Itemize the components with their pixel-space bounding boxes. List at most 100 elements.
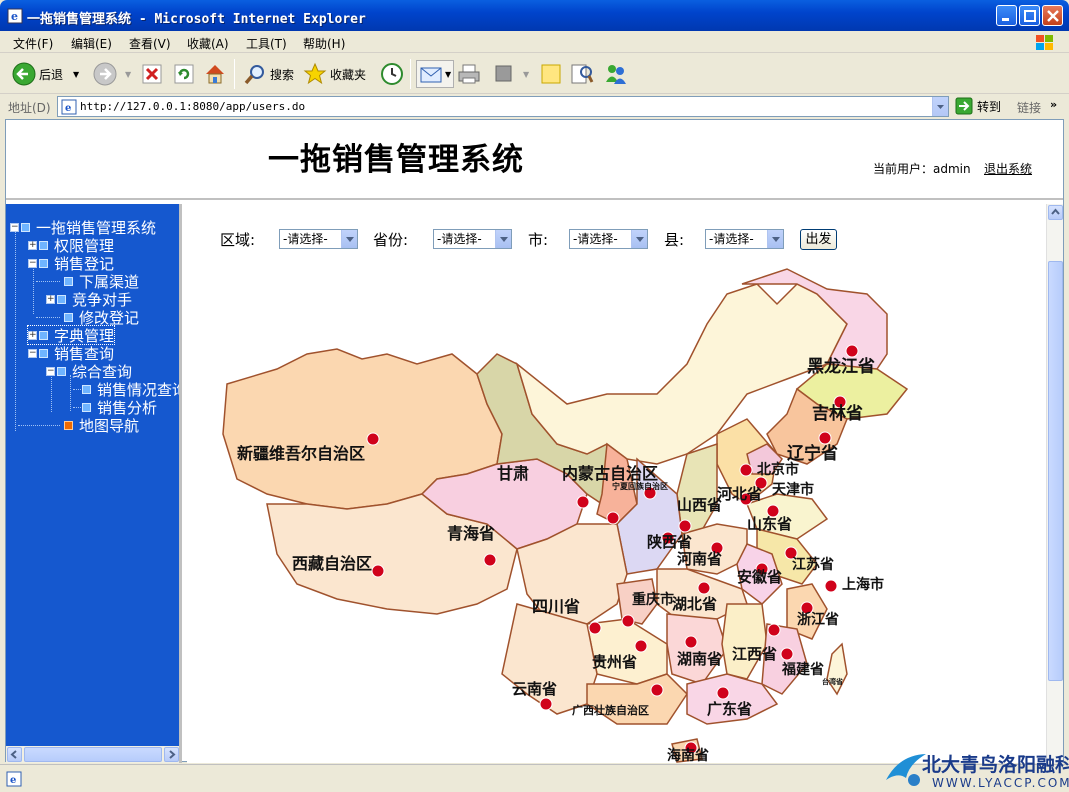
stop-button[interactable] bbox=[141, 60, 163, 88]
home-button[interactable] bbox=[203, 60, 227, 88]
address-dropdown-button[interactable] bbox=[932, 97, 948, 116]
scroll-right-button[interactable] bbox=[164, 747, 179, 762]
tree-item-permissions[interactable]: + 权限管理 bbox=[28, 236, 114, 255]
scroll-left-button[interactable] bbox=[7, 747, 22, 762]
map-marker[interactable] bbox=[606, 511, 620, 525]
history-button[interactable] bbox=[380, 60, 404, 88]
menu-view[interactable]: 查看(V) bbox=[129, 35, 171, 52]
logout-link[interactable]: 退出系统 bbox=[984, 160, 1032, 177]
map-marker[interactable] bbox=[716, 686, 730, 700]
tree-item-dictionary[interactable]: + 字典管理 bbox=[26, 325, 116, 345]
edit-button[interactable]: ▼ bbox=[493, 60, 529, 88]
map-marker[interactable] bbox=[539, 697, 553, 711]
tree-item-sales-status-query[interactable]: 销售情况查询 bbox=[82, 380, 179, 399]
minimize-button[interactable] bbox=[996, 5, 1017, 26]
back-arrow-icon bbox=[12, 62, 36, 86]
map-marker[interactable] bbox=[739, 463, 753, 477]
scroll-thumb[interactable] bbox=[24, 747, 162, 762]
main-panel: 区域: -请选择- 省份: -请选择- 市: -请选择- 县: -请选择- 出发 bbox=[187, 204, 1063, 763]
china-map[interactable]: 黑龙江省 吉林省 辽宁省 北京市 天津市 河北省 山东省 江苏省 上海市 浙江省… bbox=[187, 204, 1045, 763]
menu-help[interactable]: 帮助(H) bbox=[303, 35, 345, 52]
discuss-button[interactable] bbox=[540, 60, 562, 88]
back-button[interactable]: 后退 ▼ bbox=[12, 60, 79, 88]
map-marker[interactable] bbox=[634, 639, 648, 653]
scroll-thumb[interactable] bbox=[1048, 261, 1063, 681]
mail-icon bbox=[420, 67, 442, 83]
tree-root[interactable]: − 一拖销售管理系统 bbox=[10, 218, 156, 237]
maximize-button[interactable] bbox=[1019, 5, 1040, 26]
map-label-shanxi: 山西省 bbox=[677, 496, 722, 514]
map-label-hebei: 河北省 bbox=[717, 485, 762, 503]
favorites-button[interactable]: 收藏夹 bbox=[303, 60, 366, 88]
map-label-yunnan: 云南省 bbox=[512, 680, 557, 698]
tree-item-sales-query[interactable]: − 销售查询 bbox=[28, 344, 114, 363]
map-marker[interactable] bbox=[678, 519, 692, 533]
map-marker[interactable] bbox=[697, 581, 711, 595]
tree-item-comprehensive-query[interactable]: − 综合查询 bbox=[46, 362, 132, 381]
tree-item-sales-analysis[interactable]: 销售分析 bbox=[82, 398, 157, 417]
menu-bar: 文件(F) 编辑(E) 查看(V) 收藏(A) 工具(T) 帮助(H) bbox=[0, 31, 1069, 53]
jiangxi-region[interactable] bbox=[721, 603, 768, 680]
map-label-guangxi: 广西壮族自治区 bbox=[572, 703, 649, 717]
tree-item-sales-register[interactable]: − 销售登记 bbox=[28, 254, 114, 273]
tree-item-modify-register[interactable]: 修改登记 bbox=[64, 308, 139, 327]
map-marker[interactable] bbox=[780, 647, 794, 661]
map-marker[interactable] bbox=[371, 564, 385, 578]
map-label-taiwan: 台湾省 bbox=[822, 677, 843, 686]
map-marker[interactable] bbox=[650, 683, 664, 697]
map-label-qinghai: 青海省 bbox=[447, 524, 495, 543]
map-label-gansu: 甘肃 bbox=[497, 464, 529, 483]
watermark-url: WWW.LYACCP.COM bbox=[932, 776, 1069, 790]
map-marker[interactable] bbox=[483, 553, 497, 567]
print-button[interactable] bbox=[457, 60, 481, 88]
watermark-brand: 北大青鸟洛阳融科 bbox=[922, 754, 1069, 776]
messenger-icon bbox=[606, 65, 626, 84]
map-label-sichuan: 四川省 bbox=[532, 597, 580, 616]
links-button[interactable]: 链接 bbox=[1017, 99, 1041, 116]
address-bar: 地址(D) e http://127.0.0.1:8080/app/users.… bbox=[0, 95, 1069, 119]
menu-file[interactable]: 文件(F) bbox=[13, 35, 53, 52]
address-input[interactable]: e http://127.0.0.1:8080/app/users.do bbox=[57, 96, 949, 117]
windows-logo-icon bbox=[1036, 35, 1053, 50]
history-icon bbox=[381, 63, 403, 85]
go-button[interactable]: 转到 bbox=[955, 97, 1001, 115]
close-button[interactable] bbox=[1042, 5, 1063, 26]
sidebar-horizontal-scrollbar[interactable] bbox=[6, 746, 179, 763]
taiwan-region[interactable] bbox=[826, 642, 848, 696]
menu-tools[interactable]: 工具(T) bbox=[246, 35, 287, 52]
forward-button[interactable]: ▼ bbox=[93, 60, 131, 88]
mail-button[interactable]: ▼ bbox=[416, 60, 455, 88]
window-title: 一拖销售管理系统 - Microsoft Internet Explorer bbox=[27, 12, 366, 27]
menu-edit[interactable]: 编辑(E) bbox=[71, 35, 112, 52]
tree-item-subordinate-channels[interactable]: 下属渠道 bbox=[64, 272, 139, 291]
main-vertical-scrollbar[interactable] bbox=[1046, 204, 1063, 763]
search-button[interactable]: 搜索 bbox=[243, 60, 294, 88]
messenger-button[interactable] bbox=[603, 60, 629, 88]
note-icon bbox=[541, 64, 561, 84]
links-chevron-icon[interactable]: » bbox=[1050, 98, 1057, 111]
refresh-button[interactable] bbox=[173, 60, 195, 88]
map-marker[interactable] bbox=[366, 432, 380, 446]
tree-item-competitors[interactable]: + 竞争对手 bbox=[46, 290, 132, 309]
map-marker[interactable] bbox=[621, 614, 635, 628]
watermark: 北大青鸟洛阳融科 WWW.LYACCP.COM bbox=[884, 748, 1069, 792]
map-marker[interactable] bbox=[767, 623, 781, 637]
scroll-up-button[interactable] bbox=[1048, 205, 1063, 220]
map-marker[interactable] bbox=[684, 635, 698, 649]
map-marker[interactable] bbox=[588, 621, 602, 635]
svg-text:e: e bbox=[65, 103, 71, 114]
tree-item-map-navigation[interactable]: 地图导航 bbox=[64, 416, 139, 435]
map-marker[interactable] bbox=[824, 579, 838, 593]
go-arrow-icon bbox=[955, 97, 973, 115]
nav-tree: − 一拖销售管理系统 + 权限管理 − 销售登记 下属渠道 + 竞争对手 修改登记 + 字… bbox=[6, 204, 182, 763]
map-marker[interactable] bbox=[576, 495, 590, 509]
map-marker[interactable] bbox=[818, 431, 832, 445]
map-label-shanghai: 上海市 bbox=[842, 576, 884, 593]
hunan-region[interactable] bbox=[666, 613, 728, 685]
stop-icon bbox=[142, 64, 162, 84]
research-button[interactable] bbox=[570, 60, 594, 88]
menu-favorites[interactable]: 收藏(A) bbox=[187, 35, 229, 52]
map-marker[interactable] bbox=[845, 344, 859, 358]
page-header: 一拖销售管理系统 当前用户：admin 退出系统 bbox=[6, 120, 1063, 200]
page-icon: e bbox=[61, 99, 77, 115]
